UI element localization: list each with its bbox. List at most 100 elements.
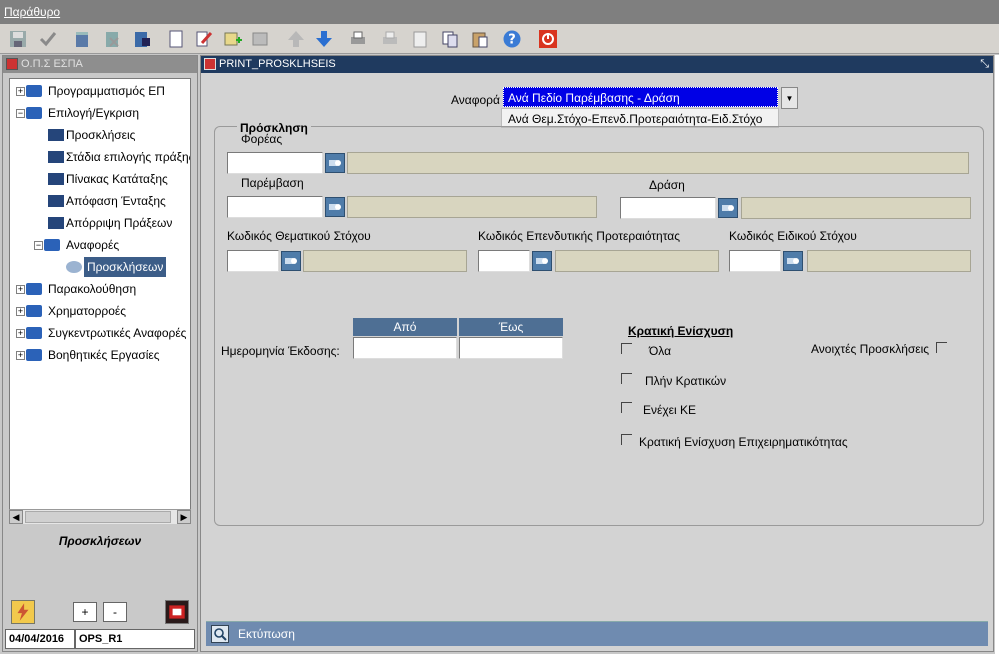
opt-ke-checkbox[interactable] — [621, 402, 632, 413]
tree-item-selection-stages[interactable]: Στάδια επιλογής πράξης — [66, 147, 190, 167]
report-option[interactable]: Ανά Θεμ.Στόχο-Επενδ.Προτεραιότητα-Ειδ.Στ… — [501, 108, 779, 128]
restore-icon[interactable]: ⤡ — [980, 56, 989, 73]
window-edge — [995, 55, 999, 654]
tree-item-summary-reports[interactable]: Συγκεντρωτικές Αναφορές — [48, 323, 186, 343]
paremvasi-code-input[interactable] — [227, 196, 323, 218]
opt-ke-label: Ενέχει ΚΕ — [643, 403, 697, 417]
grid-add-icon[interactable] — [220, 27, 244, 51]
report-window: PRINT_PROSKLHSEIS ⤡ Αναφορά Ανά Πεδίο Πα… — [200, 55, 994, 652]
foreas-label: Φορέας — [241, 132, 283, 146]
tree-item-inclusion[interactable]: Απόφαση Ένταξης — [66, 191, 166, 211]
grid-icon[interactable] — [248, 27, 272, 51]
paremvasi-name-field — [347, 196, 597, 218]
eidikos-name-field — [807, 250, 971, 272]
power-icon[interactable] — [536, 27, 560, 51]
check-icon[interactable] — [36, 27, 60, 51]
opt-full-checkbox[interactable] — [621, 373, 632, 384]
copy-icon[interactable] — [438, 27, 462, 51]
menu-window[interactable]: Παράθυρο — [4, 5, 60, 19]
scroll-left-icon[interactable]: ◀ — [9, 510, 23, 524]
drasi-name-field — [741, 197, 971, 219]
form-icon — [48, 129, 64, 141]
lightning-icon[interactable] — [11, 600, 35, 624]
report-label: Αναφορά — [451, 93, 500, 107]
help-icon[interactable]: ? — [500, 27, 524, 51]
printer-icon[interactable] — [346, 27, 370, 51]
collapse-icon[interactable]: − — [16, 109, 25, 118]
collapse-icon[interactable]: − — [34, 241, 43, 250]
opt-all-label: Όλα — [649, 344, 672, 358]
arrow-up-icon[interactable] — [284, 27, 308, 51]
lov-icon[interactable] — [325, 153, 345, 173]
tree-item-calls[interactable]: Προσκλήσεις — [66, 125, 135, 145]
zoom-in-button[interactable]: + — [73, 602, 97, 622]
save-icon[interactable] — [6, 27, 30, 51]
db-delete-icon[interactable] — [100, 27, 124, 51]
folder-icon — [26, 305, 42, 317]
tree-item-programming[interactable]: Προγραμματισμός ΕΠ — [48, 81, 165, 101]
window-icon — [6, 58, 18, 70]
form-icon — [48, 173, 64, 185]
expand-icon[interactable]: + — [16, 285, 25, 294]
expand-icon[interactable]: + — [16, 307, 25, 316]
arrow-down-icon[interactable] — [312, 27, 336, 51]
exit-icon[interactable] — [165, 600, 189, 624]
toolbar: ? — [0, 24, 999, 54]
date-label: Ημερομηνία Έκδοσης: — [221, 344, 340, 358]
tree-item-reports[interactable]: Αναφορές — [66, 235, 119, 255]
form-icon — [48, 195, 64, 207]
foreas-code-input[interactable] — [227, 152, 323, 174]
window-icon — [204, 58, 216, 70]
open-calls-label: Ανοιχτές Προσκλήσεις — [811, 342, 930, 356]
expand-icon[interactable]: + — [16, 87, 25, 96]
eidikos-label: Κωδικός Ειδικού Στόχου — [729, 229, 857, 243]
ependytiki-code-input[interactable] — [478, 250, 530, 272]
paste-icon[interactable] — [468, 27, 492, 51]
edit-pencil-icon[interactable] — [192, 27, 216, 51]
lov-icon[interactable] — [718, 198, 738, 218]
report-select[interactable]: Ανά Πεδίο Παρέμβασης - Δράση — [503, 87, 778, 107]
printer-gray-icon[interactable] — [378, 27, 402, 51]
db-query-icon[interactable] — [130, 27, 154, 51]
lov-icon[interactable] — [281, 251, 301, 271]
tree-item-auxiliary[interactable]: Βοηθητικές Εργασίες — [48, 345, 160, 365]
new-page-icon[interactable] — [164, 27, 188, 51]
folder-open-icon — [26, 107, 42, 119]
tree-item-calls-report[interactable]: Προσκλήσεων — [84, 257, 167, 277]
lov-icon[interactable] — [532, 251, 552, 271]
date-to-input[interactable] — [459, 337, 563, 359]
drasi-code-input[interactable] — [620, 197, 716, 219]
zoom-out-button[interactable]: - — [103, 602, 127, 622]
date-from-input[interactable] — [353, 337, 457, 359]
dropdown-arrow-icon[interactable]: ▼ — [781, 87, 798, 109]
scroll-thumb[interactable] — [25, 511, 171, 523]
opt-business-checkbox[interactable] — [621, 434, 632, 445]
scroll-right-icon[interactable]: ▶ — [177, 510, 191, 524]
db-icon[interactable] — [70, 27, 94, 51]
navigator-title: Ο.Π.Σ ΕΣΠΑ — [3, 56, 197, 73]
folder-open-icon — [44, 239, 60, 251]
tree-item-ranking[interactable]: Πίνακας Κατάταξης — [66, 169, 168, 189]
navigator-window: Ο.Π.Σ ΕΣΠΑ + Προγραμματισμός ΕΠ − Επιλογ… — [2, 55, 198, 652]
print-button[interactable]: Εκτύπωση — [206, 621, 988, 646]
folder-icon — [26, 327, 42, 339]
print-preview-icon — [211, 625, 229, 643]
thematikos-code-input[interactable] — [227, 250, 279, 272]
tree-item-rejection[interactable]: Απόρριψη Πράξεων — [66, 213, 172, 233]
call-group — [214, 126, 984, 526]
tree-item-cashflows[interactable]: Χρηματορροές — [48, 301, 126, 321]
tree-item-selection[interactable]: Επιλογή/Εγκριση — [48, 103, 139, 123]
lov-icon[interactable] — [325, 197, 345, 217]
eidikos-code-input[interactable] — [729, 250, 781, 272]
horizontal-scrollbar[interactable]: ◀ ▶ — [9, 509, 191, 524]
svg-text:?: ? — [508, 33, 516, 48]
expand-icon[interactable]: + — [16, 329, 25, 338]
status-user: OPS_R1 — [75, 629, 195, 649]
lov-icon[interactable] — [783, 251, 803, 271]
opt-all-checkbox[interactable] — [621, 343, 632, 354]
date-to-header: Έως — [459, 318, 563, 336]
open-calls-checkbox[interactable] — [936, 342, 947, 353]
expand-icon[interactable]: + — [16, 351, 25, 360]
tree-item-monitoring[interactable]: Παρακολούθηση — [48, 279, 136, 299]
notes-icon[interactable] — [408, 27, 432, 51]
